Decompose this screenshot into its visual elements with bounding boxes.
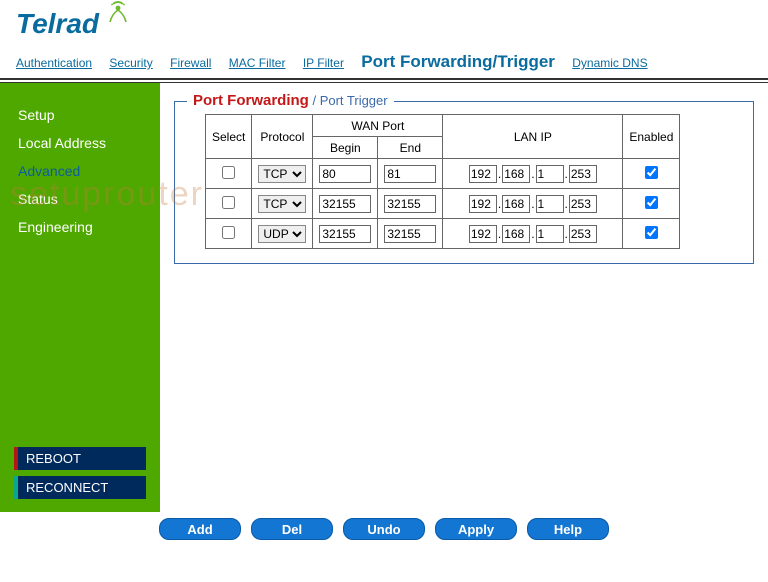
fieldset-legend: Port Forwarding / Port Trigger xyxy=(187,92,394,109)
table-row: TCPUDP... xyxy=(206,189,680,219)
enabled-checkbox[interactable] xyxy=(645,166,658,179)
protocol-select[interactable]: TCPUDP xyxy=(258,165,306,183)
ip-segment-input[interactable] xyxy=(502,165,530,183)
legend-port-trigger[interactable]: Port Trigger xyxy=(320,93,388,108)
help-button[interactable]: Help xyxy=(527,518,609,540)
legend-port-forwarding: Port Forwarding xyxy=(193,92,309,109)
table-row: TCPUDP... xyxy=(206,159,680,189)
col-protocol: Protocol xyxy=(252,115,313,159)
bottom-action-bar: Add Del Undo Apply Help xyxy=(0,512,768,554)
topnav-firewall[interactable]: Firewall xyxy=(170,56,211,70)
ip-segment-input[interactable] xyxy=(536,195,564,213)
ip-segment-input[interactable] xyxy=(569,195,597,213)
add-button[interactable]: Add xyxy=(159,518,241,540)
port-forwarding-fieldset: Port Forwarding / Port Trigger Select Pr… xyxy=(174,101,754,264)
undo-button[interactable]: Undo xyxy=(343,518,425,540)
logo-person-icon xyxy=(105,0,131,32)
col-select: Select xyxy=(206,115,252,159)
sidebar: Setup Local Address Advanced Status Engi… xyxy=(0,83,160,512)
topnav-authentication[interactable]: Authentication xyxy=(16,56,92,70)
protocol-select[interactable]: TCPUDP xyxy=(258,195,306,213)
enabled-checkbox[interactable] xyxy=(645,196,658,209)
topnav-dynamic-dns[interactable]: Dynamic DNS xyxy=(572,56,647,70)
protocol-select[interactable]: TCPUDP xyxy=(258,225,306,243)
ip-segment-input[interactable] xyxy=(569,225,597,243)
top-nav: Authentication Security Firewall MAC Fil… xyxy=(0,48,768,80)
sidebar-item-engineering[interactable]: Engineering xyxy=(0,213,160,241)
sidebar-item-setup[interactable]: Setup xyxy=(0,101,160,129)
brand-logo: Telrad xyxy=(16,8,752,40)
end-port-input[interactable] xyxy=(384,195,436,213)
sidebar-item-status[interactable]: Status xyxy=(0,185,160,213)
ip-segment-input[interactable] xyxy=(469,165,497,183)
col-begin: Begin xyxy=(313,137,378,159)
ip-segment-input[interactable] xyxy=(536,165,564,183)
topnav-ip-filter[interactable]: IP Filter xyxy=(303,56,344,70)
del-button[interactable]: Del xyxy=(251,518,333,540)
begin-port-input[interactable] xyxy=(319,165,371,183)
enabled-checkbox[interactable] xyxy=(645,226,658,239)
select-checkbox[interactable] xyxy=(222,226,235,239)
legend-sep: / xyxy=(309,93,320,108)
begin-port-input[interactable] xyxy=(319,225,371,243)
col-enabled: Enabled xyxy=(623,115,680,159)
col-end: End xyxy=(378,137,443,159)
ip-segment-input[interactable] xyxy=(469,195,497,213)
select-checkbox[interactable] xyxy=(222,196,235,209)
col-wan-port: WAN Port xyxy=(313,115,443,137)
topnav-port-forwarding[interactable]: Port Forwarding/Trigger xyxy=(361,52,555,71)
topnav-mac-filter[interactable]: MAC Filter xyxy=(229,56,286,70)
sidebar-item-advanced[interactable]: Advanced xyxy=(0,157,160,185)
ip-segment-input[interactable] xyxy=(569,165,597,183)
ip-segment-input[interactable] xyxy=(502,195,530,213)
apply-button[interactable]: Apply xyxy=(435,518,517,540)
logo-text: Telrad xyxy=(16,8,99,40)
ip-segment-input[interactable] xyxy=(502,225,530,243)
content-pane: setuprouter Port Forwarding / Port Trigg… xyxy=(160,83,768,512)
rules-table: Select Protocol WAN Port LAN IP Enabled … xyxy=(205,114,680,249)
reconnect-button[interactable]: RECONNECT xyxy=(14,476,146,499)
topnav-security[interactable]: Security xyxy=(109,56,152,70)
select-checkbox[interactable] xyxy=(222,166,235,179)
ip-segment-input[interactable] xyxy=(536,225,564,243)
end-port-input[interactable] xyxy=(384,165,436,183)
reboot-button[interactable]: REBOOT xyxy=(14,447,146,470)
end-port-input[interactable] xyxy=(384,225,436,243)
table-row: TCPUDP... xyxy=(206,219,680,249)
col-lan-ip: LAN IP xyxy=(443,115,623,159)
sidebar-item-local-address[interactable]: Local Address xyxy=(0,129,160,157)
ip-segment-input[interactable] xyxy=(469,225,497,243)
begin-port-input[interactable] xyxy=(319,195,371,213)
